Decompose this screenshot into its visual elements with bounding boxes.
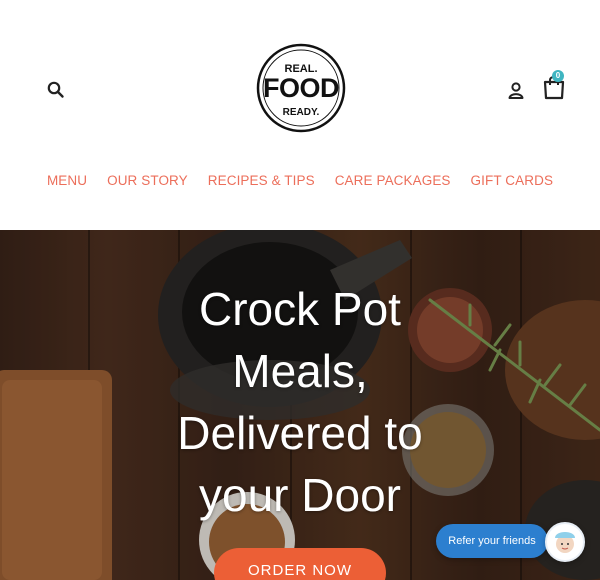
site-logo[interactable]: REAL. FOOD READY. bbox=[250, 42, 352, 134]
main-nav: MENU OUR STORY RECIPES & TIPS CARE PACKA… bbox=[0, 173, 600, 188]
hero-title: Crock Pot Meals, Delivered to your Door bbox=[100, 278, 500, 526]
hero-title-line: Meals, bbox=[232, 345, 368, 397]
user-icon bbox=[508, 82, 524, 99]
site-header: REAL. FOOD READY. 0 MENU OUR STORY RECIP… bbox=[0, 0, 600, 230]
chef-avatar-icon bbox=[555, 532, 575, 553]
search-button[interactable] bbox=[44, 78, 68, 102]
cart-count-badge: 0 bbox=[552, 70, 564, 82]
nav-item-recipes-tips[interactable]: RECIPES & TIPS bbox=[208, 173, 315, 188]
cart-button[interactable]: 0 bbox=[540, 70, 568, 102]
logo-bottom-text: READY. bbox=[283, 107, 320, 118]
nav-item-menu[interactable]: MENU bbox=[47, 173, 87, 188]
account-button[interactable] bbox=[504, 78, 528, 102]
hero-title-line: Delivered to bbox=[177, 407, 423, 459]
logo-main-text: FOOD bbox=[263, 73, 339, 103]
search-icon bbox=[47, 81, 64, 98]
hero-title-line: Crock Pot bbox=[199, 283, 401, 335]
refer-friends-button[interactable]: Refer your friends bbox=[436, 524, 548, 558]
order-now-button[interactable]: ORDER NOW bbox=[214, 548, 386, 580]
nav-item-care-packages[interactable]: CARE PACKAGES bbox=[335, 173, 451, 188]
refer-avatar-button[interactable] bbox=[545, 522, 585, 562]
nav-item-gift-cards[interactable]: GIFT CARDS bbox=[471, 173, 554, 188]
hero-title-line: your Door bbox=[199, 469, 401, 521]
nav-item-our-story[interactable]: OUR STORY bbox=[107, 173, 188, 188]
